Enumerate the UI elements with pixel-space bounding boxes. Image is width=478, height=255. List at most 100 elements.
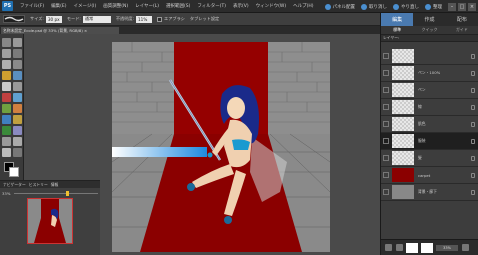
tablet-settings-button[interactable]: タブレット設定 xyxy=(190,16,219,22)
layer-row[interactable]: 髪 xyxy=(381,150,478,167)
gradient-tool-icon[interactable] xyxy=(2,126,11,135)
layer-row[interactable]: 服装 xyxy=(381,133,478,150)
minimize-icon[interactable]: – xyxy=(448,2,456,11)
panel-layout-button[interactable]: パネル配置 xyxy=(324,3,355,10)
lock-icon[interactable] xyxy=(471,88,475,93)
brush-tool-icon[interactable] xyxy=(2,115,11,124)
menu-filter[interactable]: フィルター(T) xyxy=(197,3,226,9)
menu-view[interactable]: 表示(V) xyxy=(233,3,249,9)
layer-row[interactable] xyxy=(381,48,478,65)
layer-row[interactable]: carpet xyxy=(381,167,478,184)
magic-wand-tool-icon[interactable] xyxy=(2,71,11,80)
hand-tool-icon[interactable] xyxy=(2,49,11,58)
lock-icon[interactable] xyxy=(471,139,475,144)
navigator-thumbnail[interactable] xyxy=(27,198,73,244)
layer-row[interactable]: ペン xyxy=(381,82,478,99)
trash-icon[interactable] xyxy=(462,244,469,251)
airbrush-checkbox[interactable] xyxy=(157,16,163,22)
document-tab[interactable]: 名称未設定_Ecole.psd @ 33% (背景, RGB/8) × xyxy=(1,27,119,34)
quick-select-tool-icon[interactable] xyxy=(13,71,22,80)
type-tool-icon[interactable] xyxy=(2,82,11,91)
redo-button[interactable]: やり直し xyxy=(393,3,419,10)
maximize-icon[interactable]: □ xyxy=(458,2,466,11)
close-icon[interactable]: × xyxy=(468,2,476,11)
layer-row[interactable]: 肌色 xyxy=(381,116,478,133)
marquee-tool-icon[interactable] xyxy=(2,60,11,69)
brush-preset-picker[interactable] xyxy=(3,15,25,23)
smudge-tool-icon[interactable] xyxy=(13,148,22,157)
red-eye-tool-icon[interactable] xyxy=(2,93,11,102)
visibility-icon[interactable] xyxy=(383,53,389,59)
visibility-icon[interactable] xyxy=(383,87,389,93)
mask-swatch[interactable] xyxy=(421,242,433,253)
navigator-tabs: ナビゲーター ヒストリー 情報 xyxy=(0,181,100,188)
tab-guided[interactable]: ガイド xyxy=(446,27,478,33)
visibility-icon[interactable] xyxy=(383,155,389,161)
menu-layer[interactable]: レイヤー(L) xyxy=(135,3,159,9)
menu-select[interactable]: 選択範囲(S) xyxy=(166,3,190,9)
document-canvas[interactable] xyxy=(112,42,330,252)
tab-edit[interactable]: 編集 xyxy=(381,13,414,26)
menu-image[interactable]: イメージ(I) xyxy=(73,3,96,9)
visibility-icon[interactable] xyxy=(383,172,389,178)
layer-row[interactable]: ペン・100% xyxy=(381,65,478,82)
zoom-slider-handle[interactable] xyxy=(66,190,70,196)
background-color-swatch[interactable] xyxy=(9,167,19,177)
tab-navigator[interactable]: ナビゲーター xyxy=(3,182,26,188)
menu-enhance[interactable]: 画質調整(N) xyxy=(103,3,128,9)
tab-create[interactable]: 作成 xyxy=(413,13,445,26)
white-swatch[interactable] xyxy=(406,242,418,253)
eyedropper-tool-icon[interactable] xyxy=(13,49,22,58)
lock-icon[interactable] xyxy=(471,156,475,161)
lock-icon[interactable] xyxy=(471,173,475,178)
layer-list: ペン・100% ペン 線 肌色 服装 髪 carpet 背景・廊下 xyxy=(381,48,478,201)
panel-opacity-field[interactable]: 33% xyxy=(436,244,458,251)
visibility-icon[interactable] xyxy=(383,138,389,144)
pencil-tool-icon[interactable] xyxy=(2,148,11,157)
lock-icon[interactable] xyxy=(471,190,475,195)
lock-icon[interactable] xyxy=(471,105,475,110)
blur-tool-icon[interactable] xyxy=(2,137,11,146)
menu-file[interactable]: ファイル(F) xyxy=(20,3,44,9)
menu-edit[interactable]: 編集(E) xyxy=(51,3,66,9)
visibility-icon[interactable] xyxy=(383,70,389,76)
paint-bucket-tool-icon[interactable] xyxy=(13,115,22,124)
tab-full[interactable]: 標準 xyxy=(381,27,413,33)
zoom-value: 33% xyxy=(2,190,11,196)
eraser-tool-icon[interactable] xyxy=(13,104,22,113)
visibility-icon[interactable] xyxy=(383,121,389,127)
opacity-field[interactable]: 11% xyxy=(136,15,153,23)
lock-icon[interactable] xyxy=(471,122,475,127)
tab-info[interactable]: 情報 xyxy=(51,182,59,188)
spot-healing-tool-icon[interactable] xyxy=(13,93,22,102)
lasso-tool-icon[interactable] xyxy=(13,60,22,69)
tab-history[interactable]: ヒストリー xyxy=(29,182,48,188)
visibility-icon[interactable] xyxy=(383,104,389,110)
zoom-slider[interactable] xyxy=(14,190,98,196)
crop-tool-icon[interactable] xyxy=(13,82,22,91)
zoom-tool-icon[interactable] xyxy=(13,38,22,47)
new-layer-icon[interactable] xyxy=(385,244,392,251)
brush-stroke-icon xyxy=(4,16,24,22)
lock-icon[interactable] xyxy=(471,71,475,76)
undo-button[interactable]: 取り消し xyxy=(361,3,387,10)
organizer-button[interactable]: 整理 xyxy=(425,3,442,10)
move-tool-icon[interactable] xyxy=(2,38,11,47)
menu-window[interactable]: ウィンドウ(W) xyxy=(256,3,286,9)
size-field[interactable]: 30 px xyxy=(45,15,62,23)
clone-stamp-tool-icon[interactable] xyxy=(2,104,11,113)
adjustment-layer-icon[interactable] xyxy=(396,244,403,251)
tab-quick[interactable]: クイック xyxy=(413,27,445,33)
lock-icon[interactable] xyxy=(471,54,475,59)
layer-row[interactable]: 背景・廊下 xyxy=(381,184,478,201)
layer-row[interactable]: 線 xyxy=(381,99,478,116)
menu-help[interactable]: ヘルプ(H) xyxy=(293,3,313,9)
shape-tool-icon[interactable] xyxy=(13,126,22,135)
tab-share[interactable]: 配布 xyxy=(446,13,478,26)
mode-label: モード: xyxy=(66,16,81,21)
visibility-icon[interactable] xyxy=(383,189,389,195)
mode-select[interactable]: 通常 xyxy=(82,15,111,23)
app-logo-icon[interactable]: PS xyxy=(2,1,13,11)
layer-thumbnail xyxy=(392,134,414,148)
sponge-tool-icon[interactable] xyxy=(13,137,22,146)
